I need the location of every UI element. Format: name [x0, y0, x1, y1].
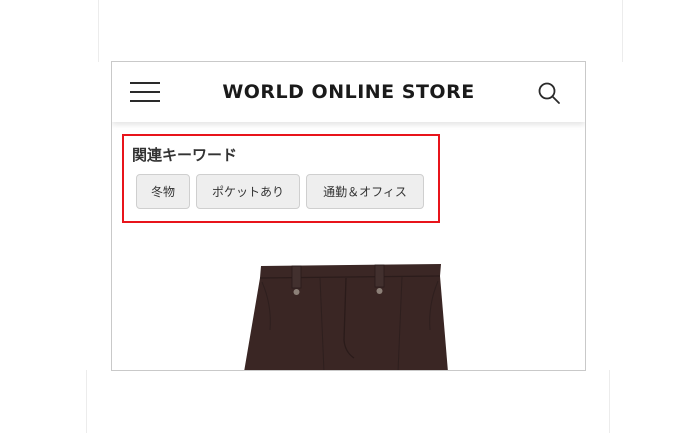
product-image[interactable]: [232, 260, 472, 370]
search-icon[interactable]: [537, 81, 561, 105]
mobile-viewport: WORLD ONLINE STORE 関連キーワード 冬物 ポケットあり 通勤＆…: [111, 61, 586, 371]
related-keywords-section: 関連キーワード 冬物 ポケットあり 通勤＆オフィス: [122, 134, 440, 223]
keyword-chip-office[interactable]: 通勤＆オフィス: [306, 174, 424, 209]
background-edge: [86, 370, 87, 433]
site-header: WORLD ONLINE STORE: [112, 62, 585, 122]
screenshot-stage: WORLD ONLINE STORE 関連キーワード 冬物 ポケットあり 通勤＆…: [0, 0, 700, 433]
keyword-chip-winter[interactable]: 冬物: [136, 174, 190, 209]
background-edge: [609, 370, 610, 433]
background-edge: [98, 0, 99, 62]
related-keywords-title: 関連キーワード: [132, 146, 238, 164]
keyword-chip-pockets[interactable]: ポケットあり: [196, 174, 300, 209]
background-edge: [622, 0, 623, 62]
store-logo[interactable]: WORLD ONLINE STORE: [112, 81, 585, 103]
